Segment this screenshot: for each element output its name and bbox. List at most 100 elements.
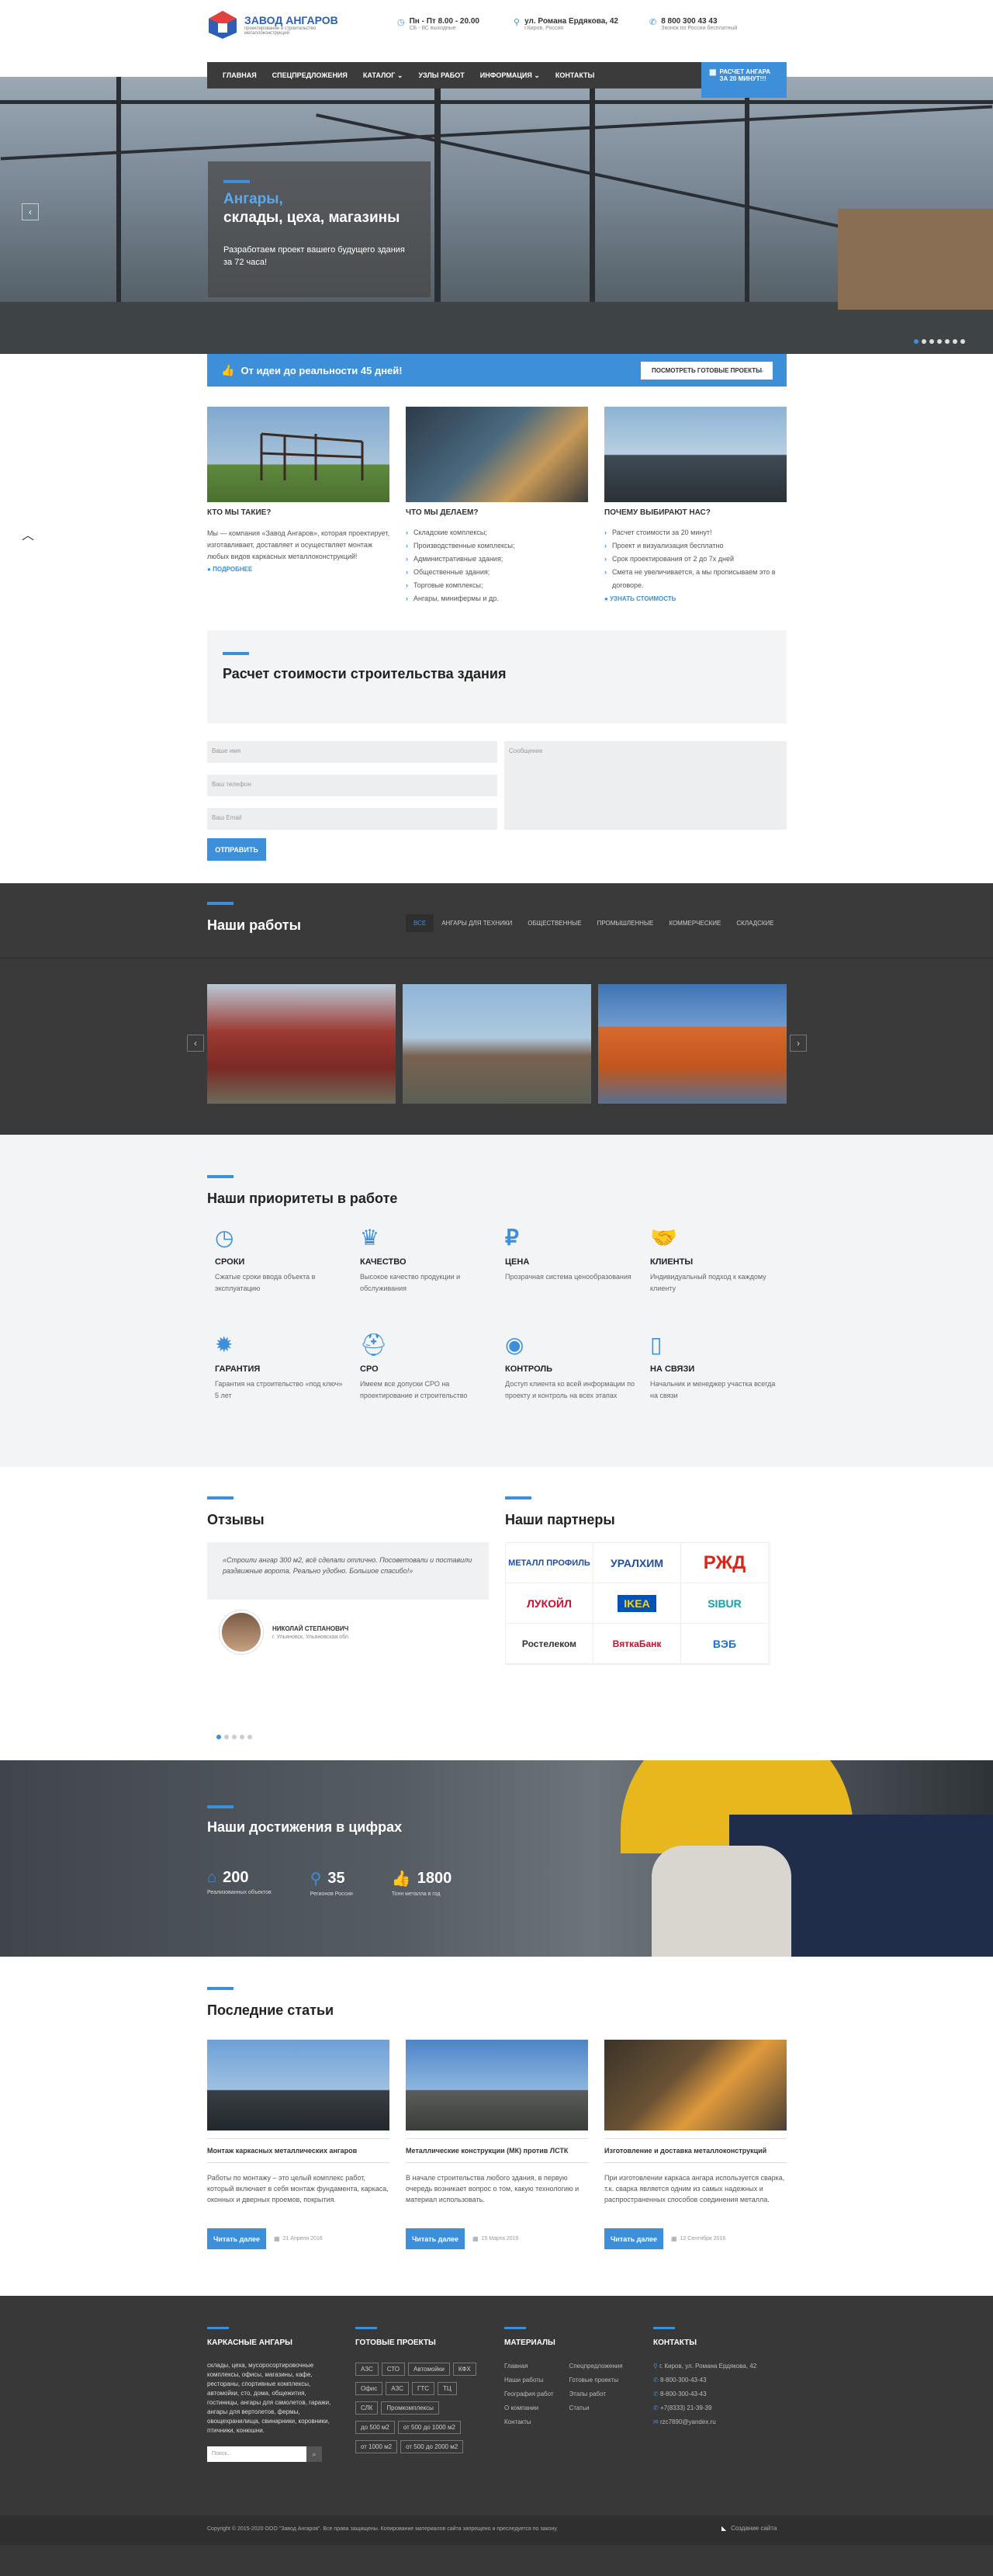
contact-phone[interactable]: ✆ +7(8333) 21-39-39: [653, 2401, 787, 2415]
calendar-icon: ▦: [472, 2235, 479, 2242]
nav-item-specials[interactable]: Спецпредложения: [272, 71, 348, 79]
footer-link[interactable]: Этапы работ: [569, 2387, 623, 2401]
name-input[interactable]: Ваше имя: [207, 741, 497, 763]
partner-logo[interactable]: РЖД: [681, 1543, 769, 1583]
work-image[interactable]: [403, 984, 591, 1104]
footer-link[interactable]: Наши работы: [504, 2373, 554, 2387]
slider-dots[interactable]: [914, 339, 965, 344]
developer-link[interactable]: ◣ Создание сайта: [721, 2525, 777, 2532]
project-tag[interactable]: АЗС: [355, 2363, 379, 2376]
footer-search: Поиск... ⌕: [207, 2446, 331, 2462]
work-image[interactable]: [598, 984, 787, 1104]
article-image[interactable]: [406, 2040, 588, 2130]
logo[interactable]: ЗАВОД АНГАРОВ проектирование и строитель…: [207, 9, 345, 40]
message-textarea[interactable]: Сообщение: [504, 741, 787, 830]
copyright: Copyright © 2015-2020 ООО "Завод Ангаров…: [207, 2526, 559, 2532]
project-tag[interactable]: КФХ: [452, 2363, 476, 2376]
project-tag[interactable]: Автомойки: [408, 2363, 450, 2376]
partner-logo[interactable]: УРАЛХИМ: [593, 1543, 681, 1583]
project-tag[interactable]: от 500 до 2000 м2: [400, 2440, 464, 2453]
price-link[interactable]: ● УЗНАТЬ СТОИМОСТЬ: [604, 595, 787, 602]
article-image[interactable]: [207, 2040, 389, 2130]
article-text: Работы по монтажу – это целый комплекс р…: [207, 2174, 389, 2203]
project-tag[interactable]: СЛК: [355, 2401, 379, 2415]
nav-item-catalog[interactable]: Каталог ⌄: [363, 71, 403, 80]
mail-icon: ✉: [653, 2418, 659, 2425]
read-more-button[interactable]: Читать далее: [604, 2228, 663, 2249]
contact-email[interactable]: ✉ rzc7890@yandex.ru: [653, 2415, 787, 2429]
email-input[interactable]: Ваш Email: [207, 808, 497, 830]
hero-caption: Ангары, склады, цеха, магазины Разработа…: [208, 161, 431, 297]
scroll-up-icon[interactable]: ︿: [22, 525, 34, 543]
tab-storage[interactable]: Складские: [728, 914, 781, 932]
project-tag[interactable]: Офис: [355, 2382, 383, 2395]
project-tag[interactable]: до 500 м2: [355, 2421, 395, 2434]
search-icon[interactable]: ⌕: [306, 2446, 322, 2462]
nav-item-info-label: Информация: [479, 71, 532, 79]
partner-logo[interactable]: Ростелеком: [506, 1624, 593, 1664]
phone-icon: ✆: [653, 2377, 659, 2384]
footer-link[interactable]: О компании: [504, 2401, 554, 2415]
tab-public[interactable]: Общественные: [520, 914, 589, 932]
project-tag[interactable]: СТО: [381, 2363, 406, 2376]
project-tag[interactable]: от 500 до 1000 м2: [397, 2421, 461, 2434]
phone-text[interactable]: 8 800 300 43 43: [661, 17, 737, 26]
partner-logo[interactable]: ВЭБ: [681, 1624, 769, 1664]
nav-item-contacts[interactable]: Контакты: [555, 71, 594, 79]
tab-industrial[interactable]: Промышленные: [590, 914, 662, 932]
footer-link[interactable]: Готовые проекты: [569, 2373, 623, 2387]
card-why: ПОЧЕМУ ВЫБИРАЮТ НАС? Расчет стоимости за…: [604, 407, 787, 602]
card-image: [406, 407, 588, 502]
tab-hangars[interactable]: Ангары для техники: [434, 914, 520, 932]
partner-logo[interactable]: ВяткаБанк: [593, 1624, 681, 1664]
footer-link[interactable]: Спецпредложения: [569, 2359, 623, 2373]
calc-cta-button[interactable]: ▦ РАСЧЕТ АНГАРА ЗА 20 МИНУТ!!!: [701, 62, 787, 98]
partner-logo[interactable]: SIBUR: [681, 1583, 769, 1624]
nav-item-home[interactable]: Главная: [223, 71, 257, 79]
article-title[interactable]: Монтаж каркасных металлических ангаров: [207, 2147, 389, 2155]
submit-button[interactable]: ОТПРАВИТЬ: [207, 838, 266, 861]
nav-item-stages[interactable]: Узлы работ: [418, 71, 464, 79]
contact-phone-text: +7(8333) 21-39-39: [659, 2404, 712, 2411]
projects-button[interactable]: ПОСМОТРЕТЬ ГОТОВЫЕ ПРОЕКТЫ: [640, 361, 773, 380]
read-more-button[interactable]: Читать далее: [207, 2228, 266, 2249]
tab-commercial[interactable]: Коммерческие: [661, 914, 728, 932]
footer-link[interactable]: География работ: [504, 2387, 554, 2401]
accent-line: [223, 652, 249, 655]
footer-link[interactable]: Контакты: [504, 2415, 554, 2429]
footer-search-input[interactable]: Поиск...: [207, 2446, 306, 2462]
hero-title-line1: Ангары,: [223, 191, 283, 207]
project-tag[interactable]: Промкомплексы: [381, 2401, 439, 2415]
project-tag[interactable]: от 1000 м2: [355, 2440, 398, 2453]
priority-title: КОНТРОЛЬ: [505, 1364, 553, 1374]
works-next-button[interactable]: ›: [790, 1035, 807, 1052]
more-link[interactable]: ● ПОДРОБНЕЕ: [207, 566, 389, 573]
works-prev-button[interactable]: ‹: [187, 1035, 204, 1052]
article-title[interactable]: Изготовление и доставка металлоконструкц…: [604, 2147, 787, 2155]
calc-header: Расчет стоимости строительства здания: [207, 630, 787, 723]
tab-all[interactable]: Все: [406, 914, 434, 932]
partner-logo[interactable]: ЛУКОЙЛ: [506, 1583, 593, 1624]
article-title[interactable]: Металлические конструкции (МК) против ЛС…: [406, 2147, 588, 2155]
phone-input[interactable]: Ваш телефон: [207, 775, 497, 796]
article-image[interactable]: [604, 2040, 787, 2130]
slider-prev-button[interactable]: ‹: [22, 203, 39, 220]
project-tag[interactable]: ТЦ: [438, 2382, 457, 2395]
nav-item-info[interactable]: Информация ⌄: [480, 71, 540, 80]
project-tag[interactable]: АЗС: [386, 2382, 410, 2395]
partners-section: Наши партнеры МЕТАЛЛ ПРОФИЛЬ УРАЛХИМ РЖД…: [505, 1496, 787, 1665]
footer-link[interactable]: Статьи: [569, 2401, 623, 2415]
reviews-dots[interactable]: [216, 1735, 252, 1739]
card-image: [604, 407, 787, 502]
logo-title: ЗАВОД АНГАРОВ: [244, 14, 338, 26]
phone[interactable]: ✆ 8 800 300 43 43 Звонок по России беспла…: [649, 17, 737, 31]
contact-phone[interactable]: ✆ 8-800-300-43-43: [653, 2387, 787, 2401]
partner-logo[interactable]: IKEA: [593, 1583, 681, 1624]
contact-phone[interactable]: ✆ 8-800-300-43-43: [653, 2373, 787, 2387]
project-tag[interactable]: ГТС: [412, 2382, 435, 2395]
partner-logo[interactable]: МЕТАЛЛ ПРОФИЛЬ: [506, 1543, 593, 1583]
read-more-button[interactable]: Читать далее: [406, 2228, 465, 2249]
work-image[interactable]: [207, 984, 396, 1104]
accent-line: [207, 902, 234, 905]
footer-link[interactable]: Главная: [504, 2359, 554, 2373]
